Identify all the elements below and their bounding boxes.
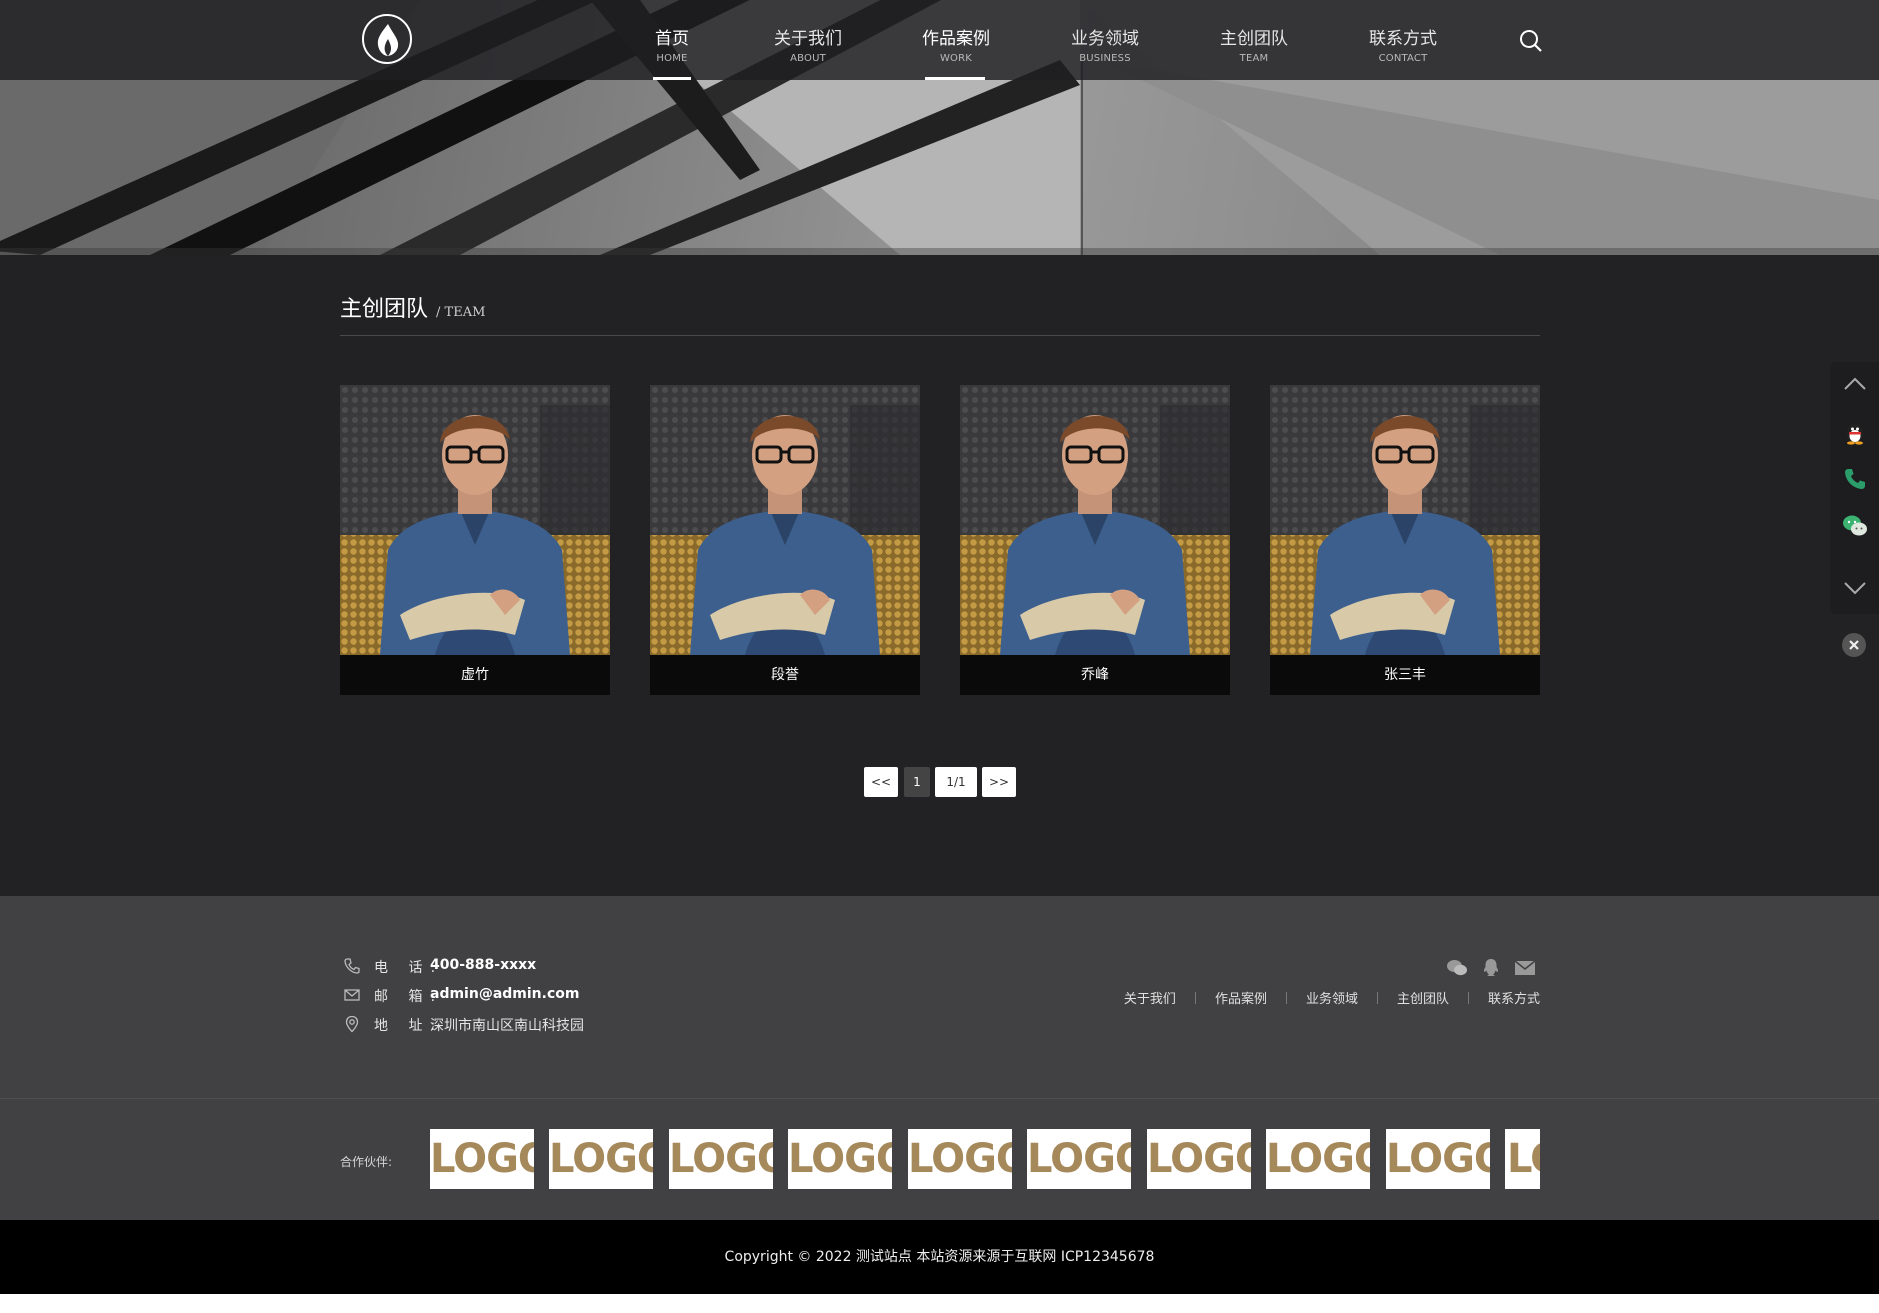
phone-icon[interactable] — [1842, 466, 1868, 492]
team-member-name: 虚竹 — [340, 655, 610, 695]
next-page-button[interactable]: >> — [982, 767, 1016, 797]
contact-address: 地 址: 深圳市南山区南山科技园 — [340, 1014, 740, 1034]
nav-active-underline — [925, 77, 985, 80]
nav-home-label: 首页 — [655, 29, 689, 49]
team-member-name: 乔峰 — [960, 655, 1230, 695]
section-title: 主创团队 — [340, 297, 429, 322]
team-card[interactable]: 乔峰 — [960, 385, 1230, 695]
scroll-up-icon[interactable] — [1842, 372, 1868, 398]
phone-value: 400-888-xxxx — [430, 957, 537, 973]
team-card[interactable]: 虚竹 — [340, 385, 610, 695]
copyright-bar: Copyright © 2022 测试站点 本站资源来源于互联网 ICP1234… — [0, 1220, 1879, 1294]
team-member-photo — [340, 385, 610, 655]
qq-icon[interactable] — [1842, 419, 1868, 445]
footer-link-work[interactable]: 作品案例 — [1215, 992, 1267, 1007]
nav-team-label: 主创团队 — [1220, 29, 1288, 49]
team-member-name: 段誉 — [650, 655, 920, 695]
link-divider — [1376, 992, 1378, 1004]
portrait-image — [340, 385, 610, 655]
team-member-photo — [650, 385, 920, 655]
nav-team-sub: TEAM — [1239, 53, 1269, 64]
email-value: admin@admin.com — [430, 986, 580, 1002]
partner-logo[interactable]: LOGO — [1505, 1129, 1540, 1189]
partner-logo[interactable]: LOGO — [1027, 1129, 1131, 1189]
team-member-name: 张三丰 — [1270, 655, 1540, 695]
section-subtitle: / TEAM — [436, 305, 486, 320]
nav-contact[interactable]: 联系方式 CONTACT — [1348, 0, 1458, 80]
portrait-image — [650, 385, 920, 655]
partner-logo[interactable]: LOGO — [788, 1129, 892, 1189]
footer-info: 电 话: 400-888-xxxx 邮 箱: admin@admin.com 地… — [0, 896, 1879, 1098]
contact-email: 邮 箱: admin@admin.com — [340, 985, 740, 1005]
team-card[interactable]: 张三丰 — [1270, 385, 1540, 695]
wechat-icon[interactable] — [1842, 513, 1868, 539]
team-card[interactable]: 段誉 — [650, 385, 920, 695]
prev-page-button[interactable]: << — [864, 767, 898, 797]
partner-logos: LOGO LOGO LOGO LOGO LOGO LOGO LOGO LOGO … — [430, 1129, 1540, 1189]
hero-banner: 首页 HOME 关于我们 ABOUT 作品案例 WORK 业务领域 BUSINE… — [0, 0, 1879, 255]
partner-logo[interactable]: LOGO — [1386, 1129, 1490, 1189]
search-icon[interactable] — [1518, 28, 1544, 54]
side-float-toolbar — [1830, 362, 1879, 614]
scroll-down-icon[interactable] — [1842, 574, 1868, 600]
partner-logo[interactable]: LOGO — [1266, 1129, 1370, 1189]
footer-link-business[interactable]: 业务领域 — [1306, 992, 1358, 1007]
link-divider — [1194, 992, 1196, 1004]
location-pin-icon — [345, 1015, 359, 1033]
nav-business-sub: BUSINESS — [1079, 53, 1131, 64]
partner-logo[interactable]: LOGO — [908, 1129, 1012, 1189]
team-section: 主创团队 / TEAM 虚竹 段誉 乔峰 张三丰 << 1 1/1 >> — [0, 255, 1879, 896]
footer-link-team[interactable]: 主创团队 — [1397, 992, 1449, 1007]
contact-phone: 电 话: 400-888-xxxx — [340, 956, 740, 976]
partners-bar: 合作伙伴: LOGO LOGO LOGO LOGO LOGO LOGO LOGO… — [0, 1098, 1879, 1220]
nav-contact-sub: CONTACT — [1378, 53, 1428, 64]
nav-business[interactable]: 业务领域 BUSINESS — [1050, 0, 1160, 80]
nav-team[interactable]: 主创团队 TEAM — [1199, 0, 1309, 80]
link-divider — [1285, 992, 1287, 1004]
address-value: 深圳市南山区南山科技园 — [430, 1018, 584, 1034]
link-divider — [1467, 992, 1469, 1004]
title-divider — [340, 335, 1540, 336]
team-member-photo — [960, 385, 1230, 655]
page-title: 主创团队 / TEAM — [340, 291, 485, 323]
partner-logo[interactable]: LOGO — [549, 1129, 653, 1189]
nav-about-sub: ABOUT — [790, 53, 826, 64]
nav-business-label: 业务领域 — [1071, 29, 1139, 49]
partner-logo[interactable]: LOGO — [669, 1129, 773, 1189]
partner-logo[interactable]: LOGO — [430, 1129, 534, 1189]
nav-work[interactable]: 作品案例 WORK — [901, 0, 1011, 80]
site-logo[interactable] — [362, 14, 412, 64]
nav-about[interactable]: 关于我们 ABOUT — [753, 0, 863, 80]
partners-label: 合作伙伴: — [340, 1155, 393, 1169]
team-grid: 虚竹 段誉 乔峰 张三丰 — [340, 385, 1540, 695]
footer-link-contact[interactable]: 联系方式 — [1488, 992, 1540, 1007]
nav-contact-label: 联系方式 — [1369, 29, 1437, 49]
qq-icon[interactable] — [1480, 958, 1502, 978]
portrait-image — [960, 385, 1230, 655]
email-icon[interactable] — [1514, 958, 1536, 978]
footer-nav: 关于我们 作品案例 业务领域 主创团队 联系方式 — [1124, 988, 1540, 1008]
nav-active-underline — [653, 77, 691, 80]
mail-icon — [344, 989, 360, 1001]
flame-icon — [377, 24, 399, 56]
current-page-button[interactable]: 1 — [904, 767, 930, 797]
portrait-image — [1270, 385, 1540, 655]
phone-icon — [344, 958, 360, 974]
close-icon[interactable] — [1842, 633, 1866, 657]
copyright-text: Copyright © 2022 测试站点 本站资源来源于互联网 ICP1234… — [724, 1249, 1155, 1265]
nav-work-label: 作品案例 — [922, 29, 990, 49]
partner-logo[interactable]: LOGO — [1147, 1129, 1251, 1189]
nav-home-sub: HOME — [656, 53, 688, 64]
nav-about-label: 关于我们 — [774, 29, 842, 49]
footer-link-about[interactable]: 关于我们 — [1124, 992, 1176, 1007]
team-member-photo — [1270, 385, 1540, 655]
nav-work-sub: WORK — [939, 53, 973, 64]
nav-home[interactable]: 首页 HOME — [617, 0, 727, 80]
page-count: 1/1 — [935, 767, 977, 797]
wechat-icon[interactable] — [1446, 958, 1468, 978]
